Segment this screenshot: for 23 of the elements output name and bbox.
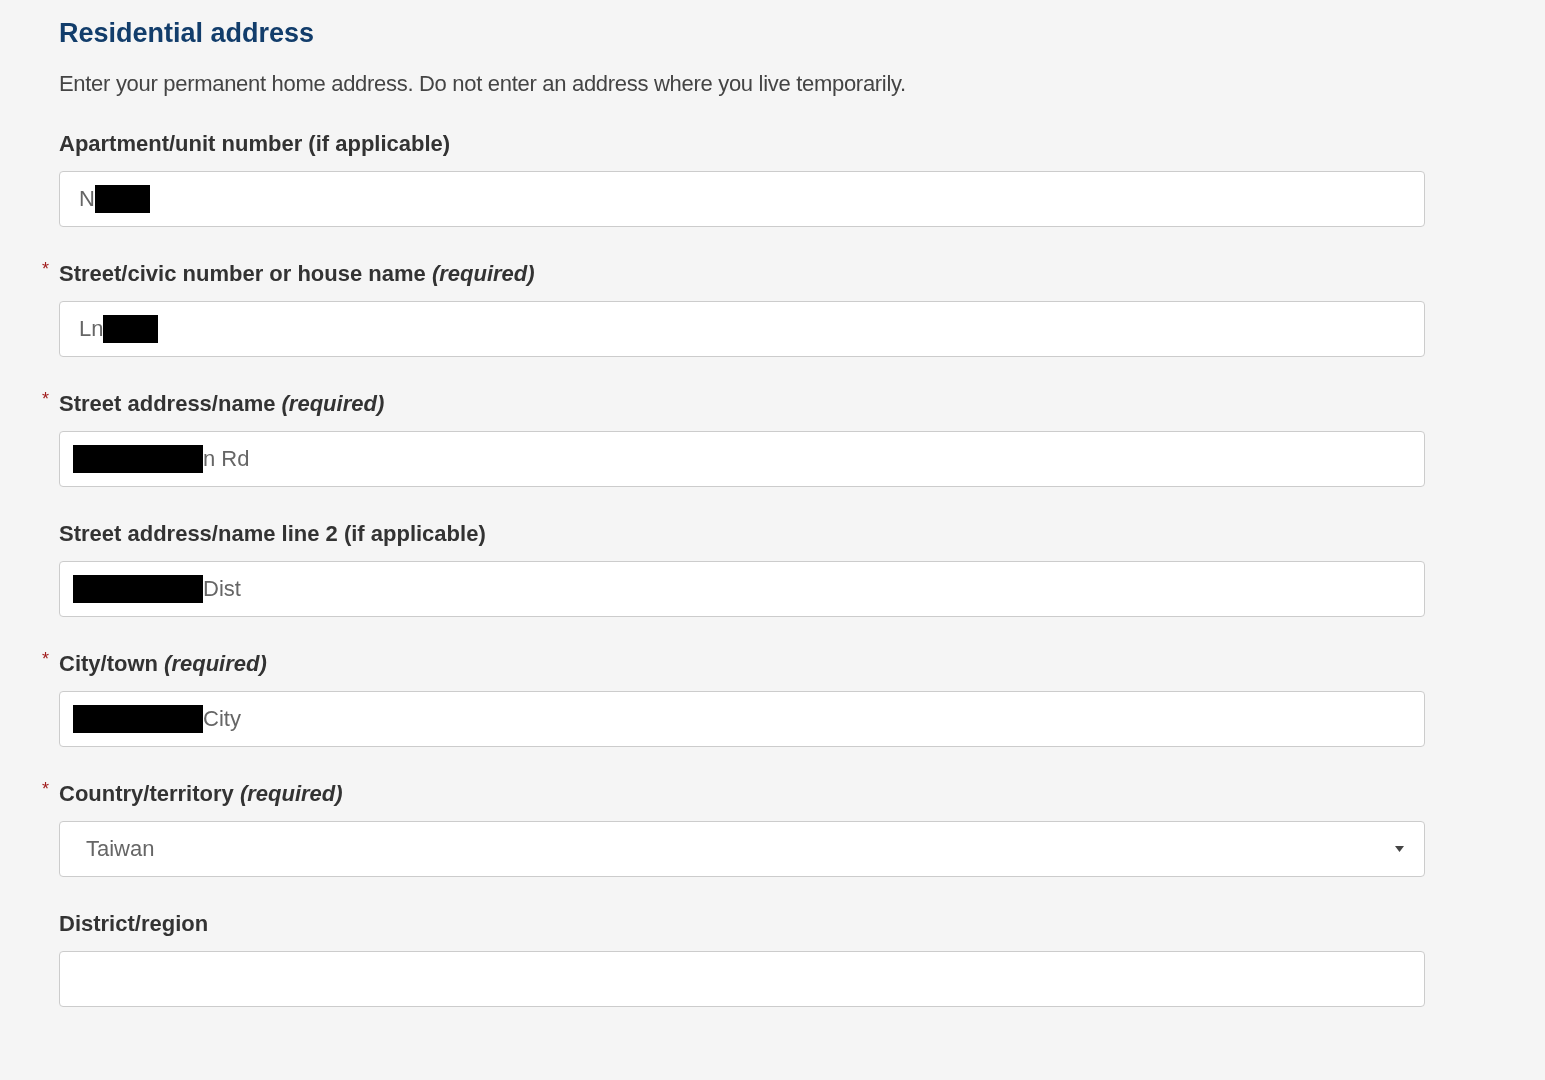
field-label: Street address/name line 2 (if applicable) [59, 521, 486, 547]
caret-icon [1395, 846, 1404, 852]
field-label: City/town (required) [59, 651, 267, 677]
required-asterisk: * [42, 259, 49, 280]
field-label: District/region [59, 911, 209, 937]
field-label: Country/territory (required) [59, 781, 343, 807]
redaction-bar [103, 315, 159, 343]
input-field[interactable]: Ln [59, 301, 1425, 357]
input-field[interactable]: City [59, 691, 1425, 747]
section-heading: Residential address [59, 18, 316, 49]
required-asterisk: * [42, 649, 49, 670]
description-text: Enter your permanent home address. Do not enter an address where you live temporarily. [59, 71, 907, 97]
input-field[interactable]: Dist [59, 561, 1425, 617]
field-label: Apartment/unit number (if applicable) [59, 131, 451, 157]
input-field[interactable] [59, 951, 1425, 1007]
input-field[interactable]: N [59, 171, 1425, 227]
country-dropdown[interactable]: Taiwan [59, 821, 1425, 877]
field-label: Street/civic number or house name (required) [59, 261, 535, 287]
field-label: Street address/name (required) [59, 391, 385, 417]
input-field[interactable]: n Rd [59, 431, 1425, 487]
required-asterisk: * [42, 389, 49, 410]
required-asterisk: * [42, 779, 49, 800]
redaction-bar [94, 185, 150, 213]
